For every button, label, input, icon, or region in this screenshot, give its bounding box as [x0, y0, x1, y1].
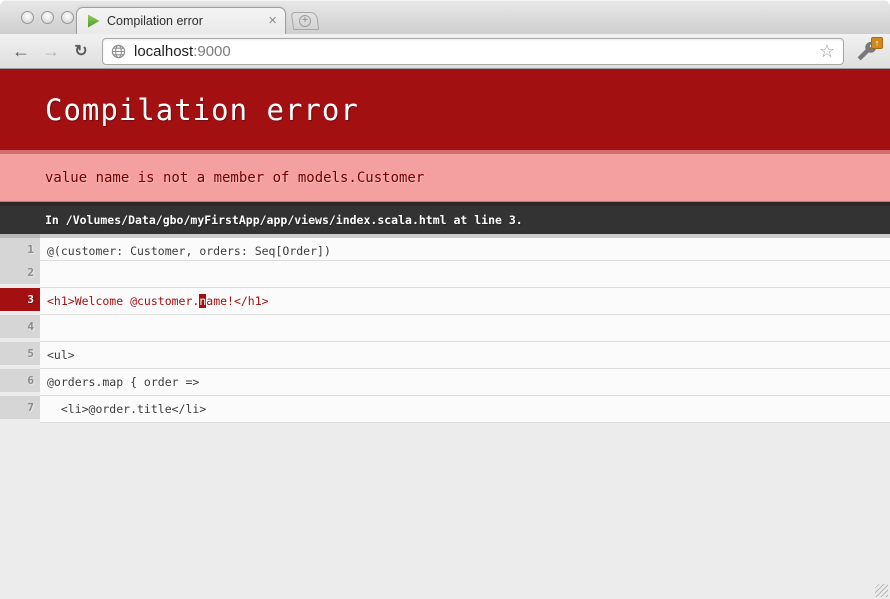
- tab-close-icon[interactable]: ×: [268, 14, 277, 28]
- back-button[interactable]: ←: [8, 38, 34, 64]
- code-line: 6 @orders.map { order =>: [0, 369, 890, 396]
- close-window-button[interactable]: [21, 11, 34, 24]
- line-number: 6: [0, 369, 40, 392]
- code-line: 2: [0, 261, 890, 288]
- line-number: 4: [0, 315, 40, 338]
- reload-icon: ↻: [74, 41, 87, 61]
- code-text: [40, 315, 890, 342]
- code-listing: 1 @(customer: Customer, orders: Seq[Orde…: [0, 234, 890, 423]
- tab-compilation-error[interactable]: Compilation error ×: [76, 7, 286, 34]
- error-page: Compilation error value name is not a me…: [0, 69, 890, 599]
- code-before-marker: <h1>Welcome @customer.: [47, 294, 199, 308]
- reload-button[interactable]: ↻: [68, 38, 94, 64]
- new-tab-button[interactable]: +: [291, 12, 320, 30]
- page-background: [0, 423, 890, 599]
- code-after-marker: ame!</h1>: [206, 294, 268, 308]
- page-title: Compilation error: [0, 69, 890, 150]
- code-text: [40, 261, 890, 288]
- plus-icon: +: [299, 15, 311, 27]
- code-line: 1 @(customer: Customer, orders: Seq[Orde…: [0, 234, 890, 261]
- code-text: <li>@order.title</li>: [40, 396, 890, 423]
- tab-strip: Compilation error × +: [0, 0, 890, 34]
- update-badge-icon: ↑: [871, 37, 883, 49]
- line-number: 7: [0, 396, 40, 419]
- code-text: <h1>Welcome @customer.name!</h1>: [40, 288, 890, 315]
- error-location: In /Volumes/Data/gbo/myFirstApp/app/view…: [0, 202, 890, 234]
- play-favicon-icon: [87, 14, 100, 28]
- line-number: 5: [0, 342, 40, 365]
- browser-toolbar: ← → ↻ localhost:9000 ☆ ↑: [0, 34, 890, 69]
- address-bar[interactable]: localhost:9000 ☆: [102, 38, 844, 65]
- bookmark-star-icon[interactable]: ☆: [819, 42, 835, 60]
- url-port: :9000: [193, 43, 231, 60]
- url-text: localhost:9000: [134, 43, 819, 60]
- tab-title: Compilation error: [107, 14, 268, 28]
- line-number: 3: [0, 288, 40, 311]
- minimize-window-button[interactable]: [41, 11, 54, 24]
- line-number: 2: [0, 261, 40, 284]
- wrench-menu-button[interactable]: ↑: [852, 37, 882, 65]
- code-line: 4: [0, 315, 890, 342]
- code-text: <ul>: [40, 342, 890, 369]
- traffic-lights: [21, 11, 74, 24]
- zoom-window-button[interactable]: [61, 11, 74, 24]
- line-number: 1: [0, 234, 40, 261]
- url-host: localhost: [134, 43, 193, 60]
- browser-window: Compilation error × + ← → ↻ localhost:90…: [0, 0, 890, 599]
- globe-icon: [111, 44, 126, 59]
- window-resize-grip[interactable]: [875, 584, 888, 597]
- forward-icon: →: [42, 41, 60, 62]
- code-text: @(customer: Customer, orders: Seq[Order]…: [40, 234, 890, 261]
- code-line: 7 <li>@order.title</li>: [0, 396, 890, 423]
- back-icon: ←: [12, 41, 30, 62]
- error-detail: value name is not a member of models.Cus…: [0, 150, 890, 202]
- code-line: 5 <ul>: [0, 342, 890, 369]
- code-text: @orders.map { order =>: [40, 369, 890, 396]
- forward-button[interactable]: →: [38, 38, 64, 64]
- code-line-error: 3 <h1>Welcome @customer.name!</h1>: [0, 288, 890, 315]
